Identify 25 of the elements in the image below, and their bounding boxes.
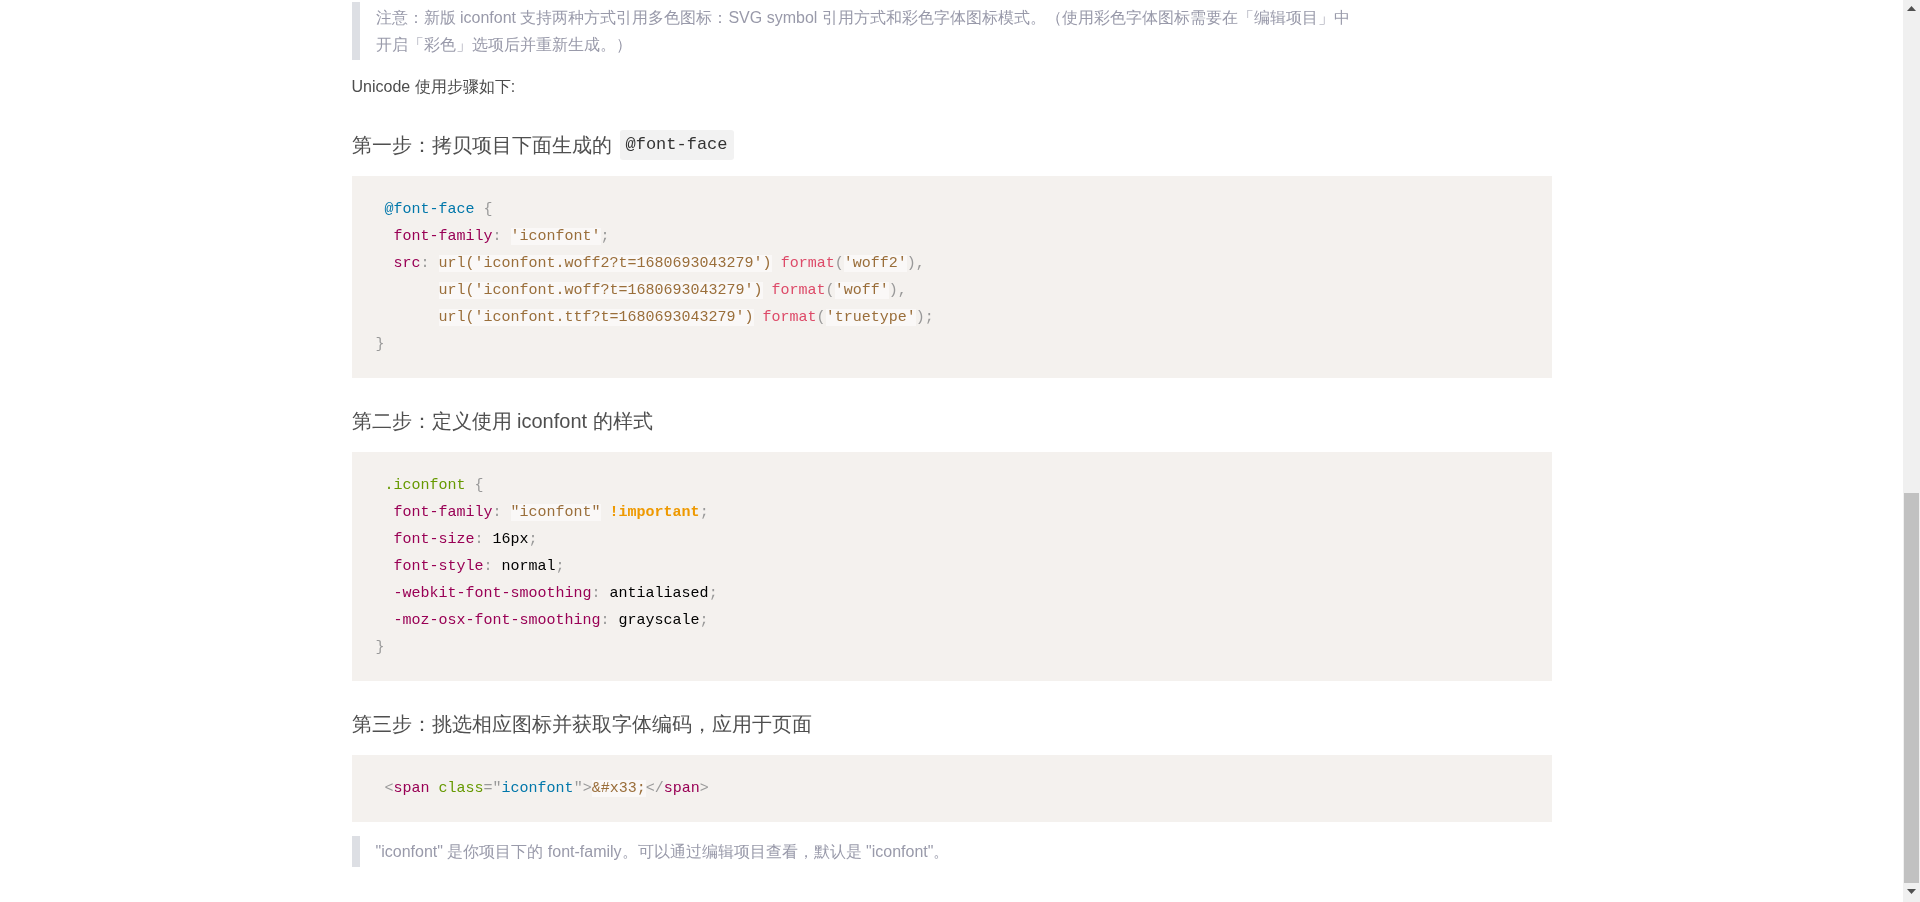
quote-bar: [351, 836, 360, 867]
quote-bar: [351, 2, 360, 60]
scrollbar-thumb[interactable]: [1904, 493, 1919, 883]
code-line: font-size: 16px;: [392, 530, 538, 550]
notice-text: 注意：新版 iconfont 支持两种方式引用多色图标：SVG symbol 引用方式和彩色字体图标模式。（使用彩色字体图标需要在「编辑项目」中: [375, 8, 1350, 28]
code-line: font-style: normal;: [392, 557, 565, 577]
code-line: -moz-osx-font-smoothing: grayscale;: [392, 611, 709, 631]
code-line: @font-face {: [383, 200, 493, 220]
intro-text: Unicode 使用步骤如下:: [351, 77, 517, 97]
code-line: font-family: 'iconfont';: [392, 227, 610, 247]
code-line: <span class="iconfont">&#x33;</span>: [383, 779, 709, 799]
notice-text: 开启「彩色」选项后并重新生成。）: [375, 35, 633, 55]
step-heading: 第三步：挑选相应图标并获取字体编码，应用于页面: [351, 712, 812, 737]
note-text: "iconfont" 是你项目下的 font-family。可以通过编辑项目查看，默认是 "iconfont"。: [375, 842, 950, 862]
code-line: .iconfont {: [383, 476, 484, 496]
code-line: }: [375, 638, 385, 658]
scroll-down-icon[interactable]: [1907, 889, 1916, 894]
code-line: -webkit-font-smoothing: antialiased;: [392, 584, 718, 604]
scrollbar[interactable]: [1903, 0, 1920, 902]
code-line: font-family: "iconfont" !important;: [392, 503, 709, 523]
code-line: }: [375, 335, 385, 355]
step-heading: 第二步：定义使用 iconfont 的样式: [351, 409, 653, 434]
scroll-up-icon[interactable]: [1907, 6, 1916, 11]
inline-code: @font-face: [619, 130, 734, 160]
step-heading: 第一步：拷贝项目下面生成的: [351, 133, 612, 158]
